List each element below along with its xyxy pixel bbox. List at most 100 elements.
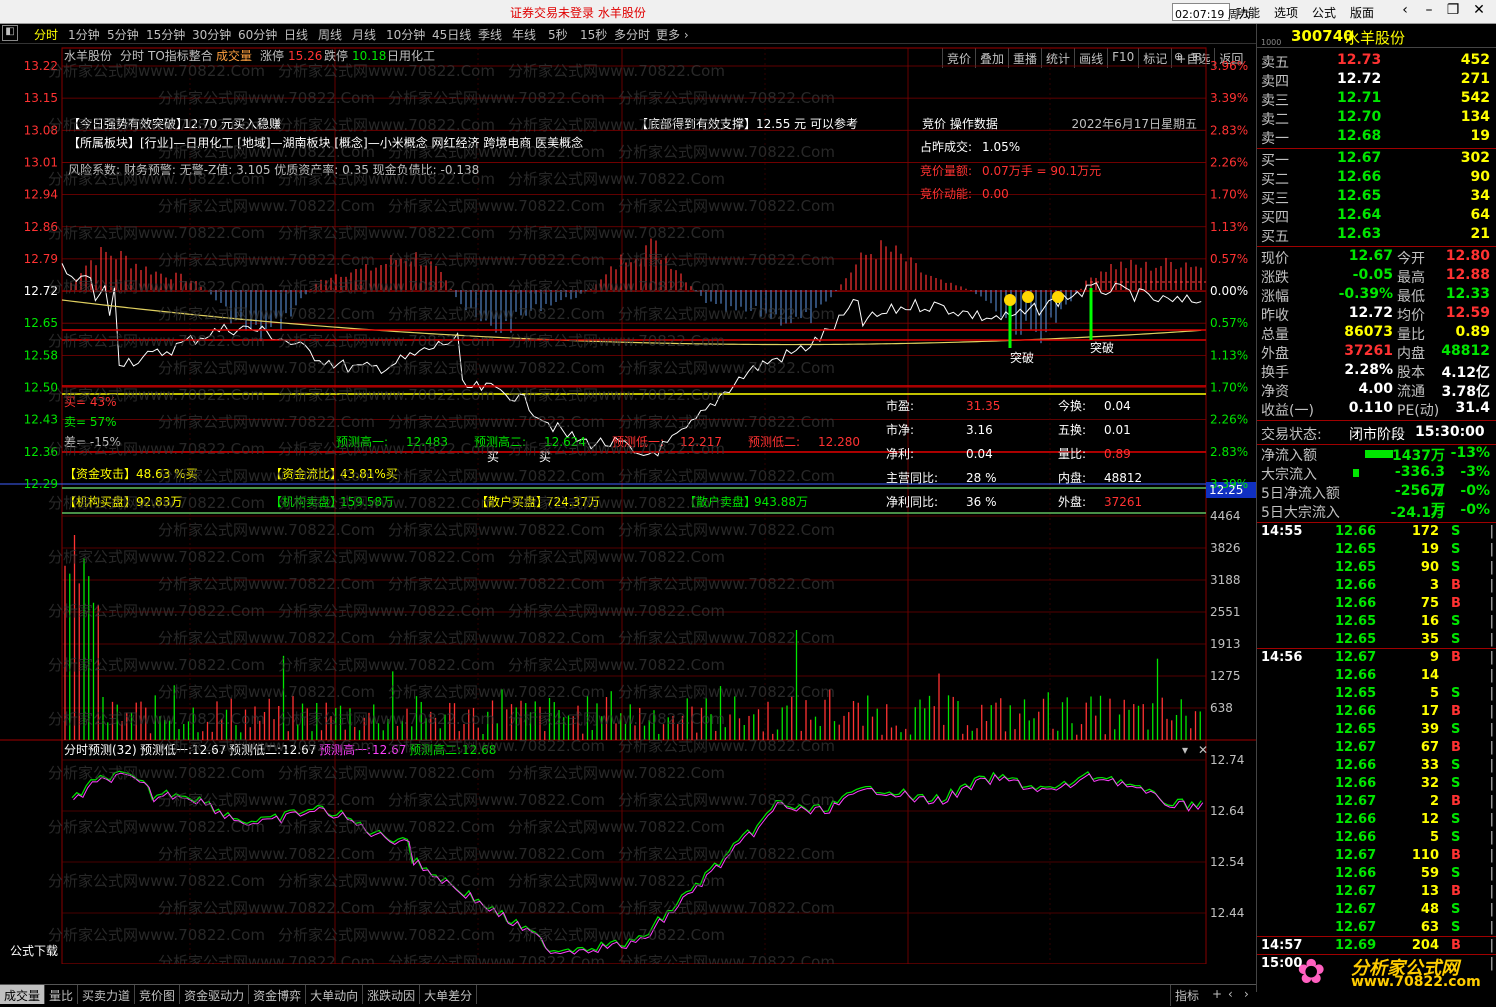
bid-volume: 90 <box>1470 169 1490 185</box>
pct-tick: 3.96% <box>1210 59 1248 73</box>
ind-tab-bigorder[interactable]: 大单动向 <box>306 985 364 1004</box>
pct-tick: 1.70% <box>1210 188 1248 202</box>
period-tab-year[interactable]: 年线 <box>512 26 536 43</box>
close-icon[interactable]: ✕ <box>1468 2 1490 22</box>
watermark: 分析家公式网www.70822.Com <box>388 737 605 755</box>
ind-tab-cause[interactable]: 涨跌动因 <box>363 985 421 1004</box>
watermark: 分析家公式网www.70822.Com <box>48 494 265 512</box>
period-tab-60min[interactable]: 60分钟 <box>238 26 277 43</box>
price-tick: 13.15 <box>24 91 58 105</box>
watermark: 分析家公式网www.70822.Com <box>388 305 605 323</box>
price-tick: 12.94 <box>24 188 58 202</box>
tick-volume: 19 <box>1420 542 1439 557</box>
period-tab-more[interactable]: 更多 › <box>656 26 689 43</box>
ind-tab-volratio[interactable]: 量比 <box>45 985 79 1004</box>
watermark: 分析家公式网www.70822.Com <box>278 764 495 782</box>
tick-scroll: | <box>1489 614 1494 629</box>
tick-price: 12.65 <box>1335 722 1377 737</box>
menu-layout[interactable]: 版面 <box>1350 4 1374 21</box>
bid-label: 买五 <box>1261 229 1289 245</box>
auction-volume-label: 竞价量额: <box>920 164 972 178</box>
stat-value-2: 12.59 <box>1445 305 1490 321</box>
smile-icon <box>1052 291 1064 303</box>
ind-tab-volume[interactable]: 成交量 <box>0 985 46 1004</box>
ask-label: 卖五 <box>1261 55 1289 71</box>
ind-tab-power[interactable]: 买卖力道 <box>78 985 136 1004</box>
auction-ratio-label: 占昨成交: <box>920 139 972 154</box>
stat-label: 现价 <box>1261 251 1289 267</box>
maximize-icon[interactable]: ❐ <box>1442 2 1464 22</box>
ask-volume: 134 <box>1460 109 1490 125</box>
price-tick: 12.79 <box>24 252 58 266</box>
watermark: 分析家公式网www.70822.Com <box>158 521 375 539</box>
ind-tab-auction[interactable]: 竞价图 <box>135 985 181 1004</box>
period-tab-5sec[interactable]: 5秒 <box>548 26 568 43</box>
watermark: 分析家公式网www.70822.Com <box>508 710 725 728</box>
tick-time: 14:55 <box>1261 524 1303 539</box>
period-tab-15sec[interactable]: 15秒 <box>580 26 607 43</box>
back-icon[interactable]: ‹ <box>1394 2 1416 22</box>
fin-value-2: 48812 <box>1104 471 1142 485</box>
tick-price: 12.65 <box>1335 632 1377 647</box>
ind-prev-icon[interactable]: ‹ <box>1224 985 1237 1003</box>
tick-scroll: | <box>1489 956 1494 971</box>
period-tab-1min[interactable]: 1分钟 <box>68 26 100 43</box>
period-tab-fenshi[interactable]: 分时 <box>34 26 58 43</box>
menu-options[interactable]: 选项 <box>1274 4 1298 21</box>
ind-next-icon[interactable]: › <box>1240 985 1253 1003</box>
period-tab-15min[interactable]: 15分钟 <box>146 26 185 43</box>
vol-tick: 3826 <box>1210 541 1241 555</box>
flow-value: -24.1万 <box>1390 505 1445 521</box>
ind-tab-diff[interactable]: 大单差分 <box>420 985 478 1004</box>
period-tab-5min[interactable]: 5分钟 <box>107 26 139 43</box>
vol-tick: 3188 <box>1210 573 1241 587</box>
period-tab-week[interactable]: 周线 <box>318 26 342 43</box>
pct-tick: 2.26% <box>1210 413 1248 427</box>
minimize-icon[interactable]: – <box>1418 2 1440 22</box>
bid-volume: 302 <box>1460 150 1490 166</box>
fund-attack-label: 【资金攻击】 <box>64 466 136 481</box>
tick-side: S <box>1451 614 1461 629</box>
period-tab-30min[interactable]: 30分钟 <box>192 26 231 43</box>
tick-volume: 75 <box>1420 596 1439 611</box>
tick-volume: 33 <box>1420 758 1439 773</box>
period-tab-45day[interactable]: 45日线 <box>432 26 471 43</box>
tick-price: 12.66 <box>1335 812 1377 827</box>
period-tab-season[interactable]: 季线 <box>478 26 502 43</box>
ind-tab-game[interactable]: 资金博弈 <box>249 985 307 1004</box>
watermark: 分析家公式网www.70822.Com <box>158 467 375 485</box>
tick-price: 12.67 <box>1335 902 1377 917</box>
flow-bar <box>1353 469 1359 477</box>
watermark: 分析家公式网www.70822.Com <box>618 305 835 323</box>
watermark: 分析家公式网www.70822.Com <box>388 467 605 485</box>
period-tab-month[interactable]: 月线 <box>352 26 376 43</box>
panel-toggle-icon[interactable]: ◧ <box>2 25 18 41</box>
fin-value: 3.16 <box>966 423 993 437</box>
stat-value: 37261 <box>1344 343 1393 359</box>
price-tick: 12.65 <box>24 316 58 330</box>
menu-formula[interactable]: 公式 <box>1312 4 1336 21</box>
period-tab-10min[interactable]: 10分钟 <box>386 26 425 43</box>
stock-name-quote: 水羊股份 <box>1345 29 1406 47</box>
watermark: 分析家公式网www.70822.Com <box>48 656 265 674</box>
ind-tab-drive[interactable]: 资金驱动力 <box>180 985 250 1004</box>
intraday-chart[interactable]: 13.22 3.96%13.15 3.39%13.08 2.83%13.01 2.26%… <box>0 44 1256 964</box>
watermark: 分析家公式网www.70822.Com <box>278 116 495 134</box>
ask-price: 12.68 <box>1337 128 1382 144</box>
watermark: 分析家公式网www.70822.Com <box>618 737 835 755</box>
tick-volume: 14 <box>1420 668 1439 683</box>
tick-side: B <box>1451 740 1461 755</box>
stat-label-2: 股本 <box>1397 365 1425 381</box>
current-price-tag: 12.25 <box>1209 483 1243 497</box>
pred-tick: 12.74 <box>1210 753 1244 767</box>
trade-time: 15:30:00 <box>1415 424 1485 440</box>
watermark: 分析家公式网www.70822.Com <box>48 602 265 620</box>
watermark: 分析家公式网www.70822.Com <box>388 359 605 377</box>
smile-icon <box>1022 291 1034 303</box>
period-tab-day[interactable]: 日线 <box>284 26 308 43</box>
pred-low2: 12.280 <box>818 435 860 449</box>
menu-function[interactable]: 功能 <box>1236 4 1260 21</box>
period-tab-multi[interactable]: 多分时 <box>614 26 650 43</box>
ind-tab-indicator[interactable]: 指标 <box>1170 985 1203 1006</box>
ask-volume: 542 <box>1460 90 1490 106</box>
